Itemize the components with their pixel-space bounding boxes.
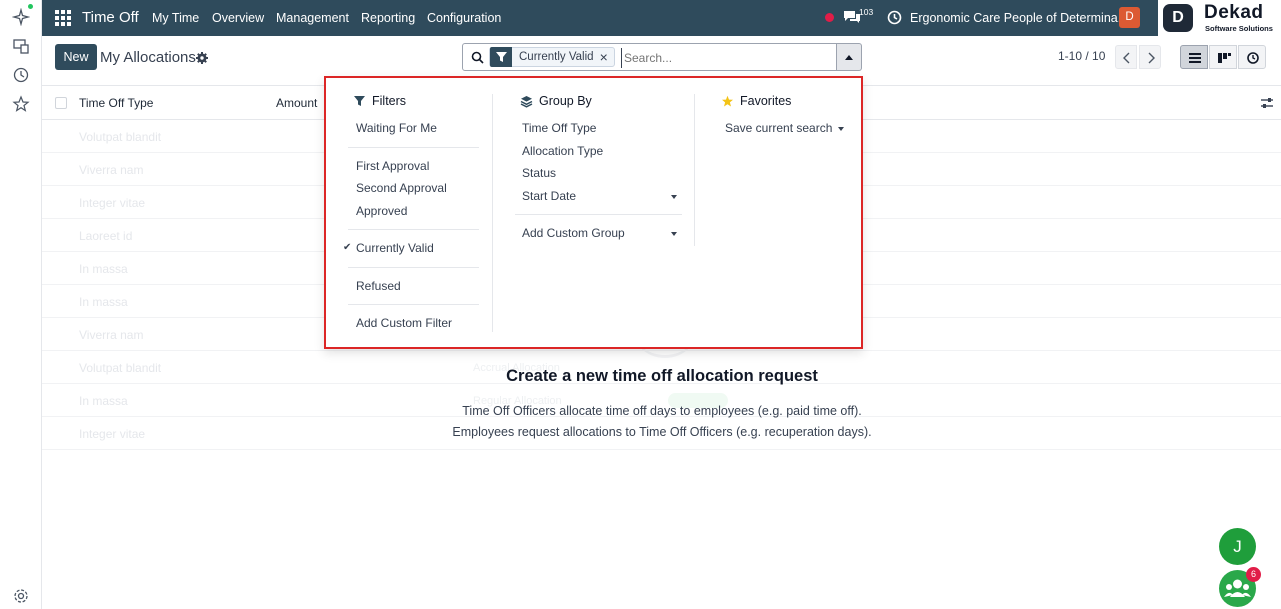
page-title: My Allocations: [100, 49, 196, 66]
menu-my-time[interactable]: My Time: [152, 11, 199, 25]
pager-next-button[interactable]: [1139, 45, 1161, 69]
filters-title: Filters: [372, 94, 407, 108]
favorites-header: Favorites: [721, 94, 846, 108]
group-by-column: Group By Time Off Type Allocation Type S…: [515, 94, 682, 245]
group-by-start-date-label: Start Date: [522, 188, 577, 203]
search-panel-dropdown: Filters Waiting For Me First Approval Se…: [324, 76, 863, 349]
chat-user-bubble[interactable]: J: [1219, 528, 1256, 565]
filter-approved[interactable]: Approved: [353, 200, 479, 223]
close-icon[interactable]: ×: [600, 47, 614, 67]
filters-column: Filters Waiting For Me First Approval Se…: [343, 94, 479, 335]
divider: [515, 214, 682, 215]
status-dot[interactable]: [825, 13, 834, 22]
menu-overview[interactable]: Overview: [212, 11, 264, 25]
group-by-header: Group By: [520, 94, 682, 108]
group-by-status[interactable]: Status: [520, 162, 682, 185]
company-logo: D Dekad Software Solutions: [1158, 0, 1281, 36]
search-facet[interactable]: Currently Valid ×: [489, 47, 615, 67]
pager-value[interactable]: 1-10 / 10: [1058, 49, 1105, 63]
list-view-button[interactable]: [1180, 45, 1208, 69]
empty-state-line: Time Off Officers allocate time off days…: [462, 404, 862, 418]
search-input[interactable]: [621, 48, 771, 68]
activity-clock-icon[interactable]: [887, 10, 902, 25]
save-current-search[interactable]: Save current search: [721, 117, 846, 140]
devices-icon[interactable]: [12, 37, 30, 55]
optional-columns-icon[interactable]: [1260, 96, 1274, 110]
column-time-off-type[interactable]: Time Off Type: [79, 96, 153, 110]
caret-down-icon: [671, 232, 677, 236]
filter-icon: [490, 47, 512, 67]
search-options-toggle[interactable]: [837, 43, 862, 71]
divider: [348, 229, 479, 230]
add-custom-filter[interactable]: Add Custom Filter: [353, 312, 479, 335]
filter-second-approval[interactable]: Second Approval: [353, 177, 479, 200]
column-amount[interactable]: Amount: [276, 96, 317, 110]
add-custom-group[interactable]: Add Custom Group: [520, 222, 682, 245]
list-view-icon: [1189, 53, 1201, 63]
gear-icon[interactable]: [196, 52, 208, 64]
group-by-title: Group By: [539, 94, 592, 108]
sparkle-icon[interactable]: [12, 8, 30, 26]
pager-previous-button[interactable]: [1115, 45, 1137, 69]
app-grid-icon[interactable]: [55, 10, 71, 26]
menu-configuration[interactable]: Configuration: [427, 11, 501, 25]
divider: [348, 266, 479, 268]
filter-currently-valid-label: Currently Valid: [356, 241, 434, 255]
kanban-view-icon: [1218, 53, 1231, 63]
kanban-view-button[interactable]: [1209, 45, 1237, 69]
filter-first-approval[interactable]: First Approval: [353, 155, 479, 178]
save-current-search-label: Save current search: [725, 121, 833, 135]
history-clock-icon[interactable]: [12, 66, 30, 84]
notification-count: 6: [1246, 567, 1261, 582]
logo-tagline: Software Solutions: [1205, 24, 1273, 33]
search-icon: [471, 51, 484, 64]
user-avatar[interactable]: D: [1119, 7, 1140, 28]
activity-view-button[interactable]: [1238, 45, 1266, 69]
online-dot: [28, 4, 33, 9]
caret-down-icon: [838, 127, 844, 131]
group-by-time-off-type[interactable]: Time Off Type: [520, 117, 682, 140]
column-divider: [492, 94, 493, 332]
select-all-checkbox[interactable]: [55, 97, 67, 109]
top-navbar: Time Off My Time Overview Management Rep…: [42, 0, 1158, 36]
app-name[interactable]: Time Off: [82, 9, 139, 26]
favorites-title: Favorites: [740, 94, 792, 108]
group-by-start-date[interactable]: Start Date: [520, 185, 682, 208]
star-icon[interactable]: [12, 95, 30, 113]
search-bar[interactable]: Currently Valid ×: [462, 43, 837, 71]
chevron-right-icon: [1148, 52, 1155, 64]
filter-currently-valid[interactable]: ✔ Currently Valid: [343, 237, 479, 260]
settings-gear-icon[interactable]: [12, 587, 30, 605]
logo-name: Dekad: [1204, 2, 1264, 23]
company-switcher[interactable]: Ergonomic Care People of Determina...: [910, 11, 1128, 25]
caret-down-icon: [671, 194, 677, 199]
facet-label: Currently Valid: [519, 51, 594, 63]
divider: [348, 146, 479, 148]
new-button[interactable]: New: [55, 44, 97, 70]
left-rail: [0, 0, 42, 609]
check-icon: ✔: [343, 242, 352, 253]
filter-icon: [354, 95, 365, 106]
layers-icon: [520, 95, 533, 108]
empty-state-line: Employees request allocations to Time Of…: [452, 425, 872, 439]
menu-reporting[interactable]: Reporting: [361, 11, 415, 25]
star-icon: [722, 95, 733, 106]
menu-management[interactable]: Management: [276, 11, 349, 25]
filter-waiting-for-me[interactable]: Waiting For Me: [353, 117, 479, 140]
chevron-left-icon: [1123, 52, 1130, 64]
team-chat-bubble[interactable]: 6: [1219, 567, 1261, 607]
group-by-allocation-type[interactable]: Allocation Type: [520, 140, 682, 163]
empty-state-title: Create a new time off allocation request: [506, 367, 818, 385]
filters-header: Filters: [353, 94, 479, 108]
clock-icon: [1247, 52, 1259, 64]
divider: [348, 304, 479, 305]
filter-refused[interactable]: Refused: [353, 275, 479, 298]
chat-count: 103: [859, 7, 874, 17]
favorites-column: Favorites Save current search: [721, 94, 846, 140]
logo-mark: D: [1163, 4, 1193, 32]
caret-up-icon: [845, 55, 853, 60]
column-divider: [694, 94, 695, 246]
add-custom-group-label: Add Custom Group: [522, 226, 625, 240]
